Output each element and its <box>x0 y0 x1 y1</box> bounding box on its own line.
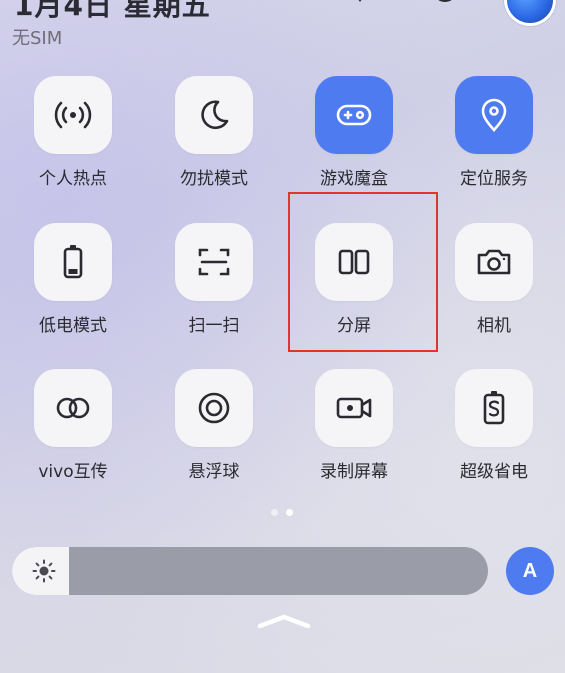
screen-record-icon <box>333 388 375 428</box>
tile-label: 勿扰模式 <box>180 169 248 189</box>
tile-hotspot[interactable]: 个人热点 <box>18 76 128 189</box>
camera-button[interactable] <box>455 223 533 301</box>
tile-label: 超级省电 <box>460 462 528 482</box>
super-power-saving-toggle[interactable] <box>455 369 533 447</box>
floating-ball-icon <box>194 388 234 428</box>
tile-label: 低电模式 <box>39 316 107 336</box>
collapse-handle-chevron-icon[interactable] <box>256 612 312 630</box>
status-date: 1月4日 星期五 <box>14 0 211 22</box>
auto-brightness-button[interactable]: A <box>506 547 554 595</box>
super-power-saving-icon <box>474 388 514 428</box>
location-pin-icon <box>474 95 514 135</box>
split-screen-highlight-box <box>288 192 438 352</box>
tile-do-not-disturb[interactable]: 勿扰模式 <box>159 76 269 189</box>
tile-camera[interactable]: 相机 <box>439 223 549 336</box>
tile-vivo-share[interactable]: vivo互传 <box>18 369 128 482</box>
game-box-toggle[interactable] <box>315 76 393 154</box>
tile-location[interactable]: 定位服务 <box>439 76 549 189</box>
hotspot-toggle[interactable] <box>34 76 112 154</box>
page-dot <box>271 509 278 516</box>
screen-record-button[interactable] <box>315 369 393 447</box>
battery-icon <box>53 242 93 282</box>
gamepad-icon <box>333 95 375 135</box>
tile-label: vivo互传 <box>38 462 108 482</box>
settings-gear-icon[interactable] <box>428 0 462 8</box>
tile-floating-ball[interactable]: 悬浮球 <box>159 369 269 482</box>
hotspot-icon <box>53 95 93 135</box>
low-power-toggle[interactable] <box>34 223 112 301</box>
tile-label: 定位服务 <box>460 169 528 189</box>
tile-label: 个人热点 <box>39 169 107 189</box>
tile-game-box[interactable]: 游戏魔盒 <box>299 76 409 189</box>
share-link-icon <box>52 388 94 428</box>
signal-icon <box>350 0 370 6</box>
floating-ball-toggle[interactable] <box>175 369 253 447</box>
tile-label: 游戏魔盒 <box>320 169 388 189</box>
sim-status: 无SIM <box>12 28 63 49</box>
brightness-slider[interactable] <box>12 547 488 595</box>
moon-icon <box>194 95 234 135</box>
tile-scan[interactable]: 扫一扫 <box>159 223 269 336</box>
sun-icon <box>32 559 56 583</box>
dnd-toggle[interactable] <box>175 76 253 154</box>
scan-button[interactable] <box>175 223 253 301</box>
tile-screen-record[interactable]: 录制屏幕 <box>299 369 409 482</box>
tile-label: 相机 <box>477 316 511 336</box>
vivo-share-toggle[interactable] <box>34 369 112 447</box>
location-toggle[interactable] <box>455 76 533 154</box>
tile-label: 录制屏幕 <box>320 462 388 482</box>
tile-low-power[interactable]: 低电模式 <box>18 223 128 336</box>
scan-icon <box>194 242 234 282</box>
camera-icon <box>474 242 514 282</box>
tile-label: 悬浮球 <box>188 462 240 482</box>
page-indicator <box>271 509 293 516</box>
page-dot-active <box>286 509 293 516</box>
tile-label: 扫一扫 <box>188 316 240 336</box>
tile-super-power-saving[interactable]: 超级省电 <box>439 369 549 482</box>
